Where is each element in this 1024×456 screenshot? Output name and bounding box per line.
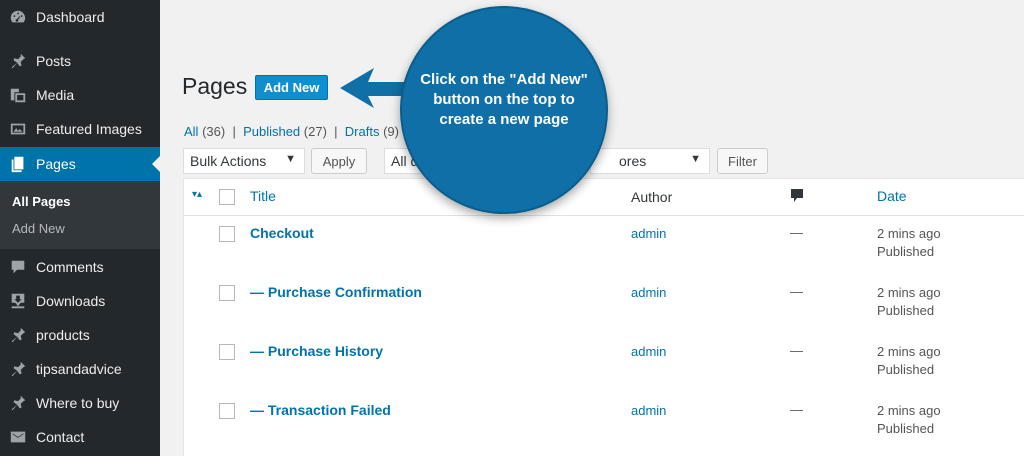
separator: | — [330, 124, 342, 139]
status-filter-links: All (36) | Published (27) | Drafts (9) — [184, 124, 399, 139]
page-title: Pages — [182, 73, 248, 99]
column-author: Author — [631, 189, 673, 205]
filter-drafts-link[interactable]: Drafts — [345, 124, 380, 139]
filter-all-count: (36) — [202, 124, 226, 139]
dashboard-icon — [8, 7, 28, 27]
callout-arrow-icon — [340, 68, 408, 108]
dropdown-arrow-icon: ▼ — [690, 153, 701, 165]
sidebar-item-label: Where to buy — [36, 395, 120, 411]
author-link[interactable]: admin — [631, 344, 666, 359]
table-row: Checkout admin — 2 mins ago Published — [184, 217, 1024, 276]
row-checkbox[interactable] — [219, 285, 235, 301]
sidebar-item-label: Pages — [36, 156, 76, 172]
pin-icon — [8, 393, 28, 413]
comment-icon — [8, 257, 28, 277]
download-icon — [8, 291, 28, 311]
image-icon — [8, 119, 28, 139]
date-text: 2 mins ago — [877, 226, 941, 241]
media-icon — [8, 85, 28, 105]
select-all-checkbox[interactable] — [219, 189, 235, 205]
pages-icon — [8, 154, 28, 174]
bulk-actions-value: Bulk Actions — [190, 153, 267, 169]
page-title-link[interactable]: — Purchase Confirmation — [250, 284, 422, 300]
comment-count: — — [790, 284, 803, 299]
status-text: Published — [877, 244, 935, 259]
filter-drafts-count: (9) — [383, 124, 399, 139]
date-text: 2 mins ago — [877, 344, 941, 359]
column-title[interactable]: Title — [250, 188, 276, 204]
pin-icon — [8, 359, 28, 379]
row-checkbox[interactable] — [219, 403, 235, 419]
sidebar-item-label: products — [36, 327, 90, 343]
sidebar-item-label: Posts — [36, 53, 72, 69]
dropdown-arrow-icon: ▼ — [285, 153, 296, 165]
status-text: Published — [877, 362, 935, 377]
table-row: — Transaction Failed admin — 2 mins ago … — [184, 394, 1024, 453]
column-date[interactable]: Date — [877, 188, 907, 204]
callout-text: Click on the "Add New" button on the top… — [420, 71, 588, 128]
sidebar-item-dashboard[interactable]: Dashboard — [0, 0, 160, 34]
filter-button[interactable]: Filter — [717, 148, 768, 174]
apply-button[interactable]: Apply — [311, 148, 367, 174]
filter-published-link[interactable]: Published — [243, 124, 300, 139]
categories-select-value: ores — [619, 153, 647, 169]
status-text: Published — [877, 303, 935, 318]
column-comments[interactable] — [790, 188, 804, 207]
sidebar-item-comments[interactable]: Comments — [0, 250, 160, 284]
sidebar-item-featured-images[interactable]: Featured Images — [0, 112, 160, 146]
admin-sidebar: Dashboard Posts Media Featured Images Pa… — [0, 0, 160, 456]
sidebar-item-pages[interactable]: Pages — [0, 147, 160, 181]
page-title-link[interactable]: — Transaction Failed — [250, 402, 391, 418]
table-row: — Purchase History admin — 2 mins ago Pu… — [184, 335, 1024, 394]
sidebar-item-label: Downloads — [36, 293, 106, 309]
author-link[interactable]: admin — [631, 226, 666, 241]
sidebar-item-media[interactable]: Media — [0, 78, 160, 112]
comment-count: — — [790, 343, 803, 358]
comment-count: — — [790, 225, 803, 240]
submenu-item-all-pages[interactable]: All Pages — [12, 194, 71, 209]
row-checkbox[interactable] — [219, 344, 235, 360]
separator: | — [228, 124, 240, 139]
submenu-item-add-new[interactable]: Add New — [12, 221, 65, 236]
sidebar-item-tipsandadvice[interactable]: tipsandadvice — [0, 352, 160, 386]
page-title-link[interactable]: — Purchase History — [250, 343, 383, 359]
sidebar-item-contact[interactable]: Contact — [0, 420, 160, 454]
categories-select[interactable]: ores ▼ — [590, 148, 710, 174]
sidebar-item-posts[interactable]: Posts — [0, 44, 160, 78]
sidebar-item-downloads[interactable]: Downloads — [0, 284, 160, 318]
sidebar-item-products[interactable]: products — [0, 318, 160, 352]
envelope-icon — [8, 427, 28, 447]
sidebar-item-label: Media — [36, 87, 75, 103]
bulk-actions-select[interactable]: Bulk Actions ▼ — [183, 148, 305, 174]
sidebar-item-label: Dashboard — [36, 9, 105, 25]
sidebar-item-where-to-buy[interactable]: Where to buy — [0, 386, 160, 420]
sidebar-item-label: tipsandadvice — [36, 361, 122, 377]
filter-published-count: (27) — [303, 124, 327, 139]
author-link[interactable]: admin — [631, 285, 666, 300]
comment-count: — — [790, 402, 803, 417]
author-link[interactable]: admin — [631, 403, 666, 418]
pin-icon — [8, 325, 28, 345]
sidebar-item-label: Comments — [36, 259, 104, 275]
sidebar-item-label: Featured Images — [36, 121, 142, 137]
pages-submenu: All Pages Add New — [0, 181, 160, 249]
page-title-link[interactable]: Checkout — [250, 225, 314, 241]
date-text: 2 mins ago — [877, 285, 941, 300]
status-text: Published — [877, 421, 935, 436]
add-new-button[interactable]: Add New — [255, 75, 328, 100]
pin-icon — [8, 51, 28, 71]
sort-toggle-icon[interactable]: ▾▴ — [192, 189, 202, 200]
table-row: — Purchase Confirmation admin — 2 mins a… — [184, 276, 1024, 335]
comment-bubble-icon — [791, 189, 803, 202]
pages-table: ▾▴ Title Author Date Checkout admin — 2 … — [183, 178, 1024, 456]
row-checkbox[interactable] — [219, 226, 235, 242]
sidebar-item-label: Contact — [36, 429, 85, 445]
date-text: 2 mins ago — [877, 403, 941, 418]
table-header: ▾▴ Title Author Date — [184, 179, 1024, 216]
filter-all-link[interactable]: All — [184, 124, 198, 139]
